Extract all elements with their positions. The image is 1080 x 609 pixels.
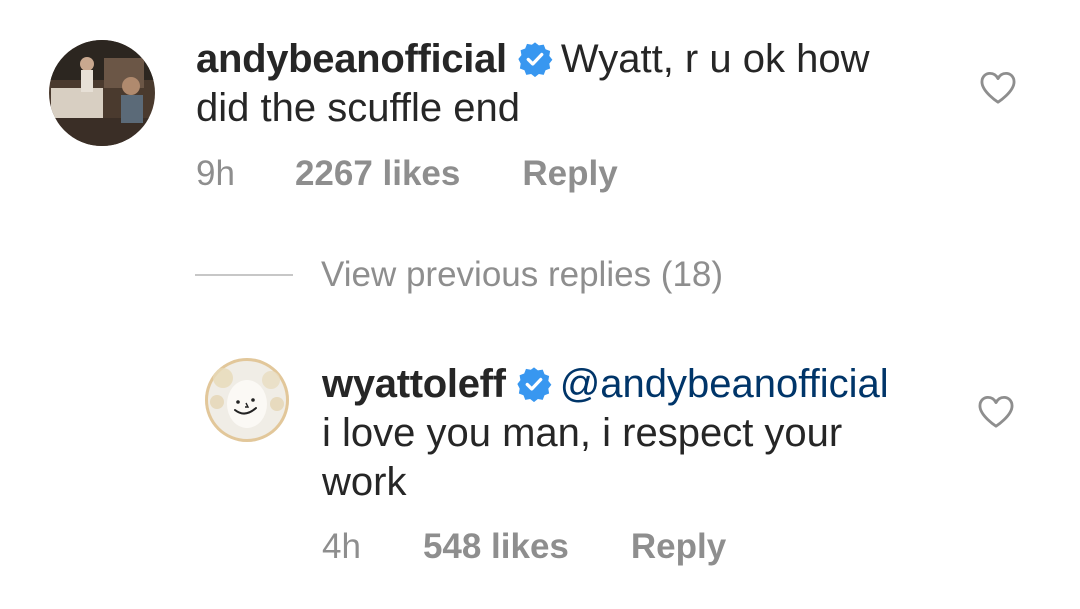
reply-text: i love you man, i respect your work — [322, 411, 843, 504]
comment-meta: 9h 2267 likes Reply — [196, 154, 618, 194]
reply-body: wyattoleff @andybeanofficial i love you m… — [322, 360, 922, 507]
reply-mention-link[interactable]: @andybeanofficial — [560, 362, 889, 406]
comment-body: andybeanofficial Wyatt, r u ok how did t… — [196, 35, 916, 133]
view-previous-replies[interactable]: View previous replies (18) — [195, 255, 723, 295]
verified-badge-icon — [516, 366, 552, 402]
reply-button[interactable]: Reply — [631, 527, 726, 566]
avatar-photo-andybeanofficial — [49, 40, 155, 146]
comment-timestamp: 9h — [196, 154, 235, 193]
like-heart-icon[interactable] — [977, 395, 1015, 429]
reply-username[interactable]: wyattoleff — [322, 362, 506, 406]
comment-username[interactable]: andybeanofficial — [196, 37, 507, 81]
reply-button[interactable]: Reply — [522, 154, 617, 193]
verified-badge-icon — [517, 41, 553, 77]
reply-meta: 4h 548 likes Reply — [322, 527, 726, 567]
like-heart-icon[interactable] — [979, 71, 1017, 105]
avatar-andybeanofficial[interactable] — [49, 40, 155, 146]
divider-line — [195, 274, 293, 276]
reply-likes-count[interactable]: 548 likes — [423, 527, 569, 566]
view-previous-replies-label[interactable]: View previous replies (18) — [321, 255, 723, 295]
comment-likes-count[interactable]: 2267 likes — [295, 154, 460, 193]
avatar-wyattoleff[interactable] — [205, 358, 289, 442]
reply-timestamp: 4h — [322, 527, 361, 566]
avatar-photo-wyattoleff — [205, 358, 289, 442]
